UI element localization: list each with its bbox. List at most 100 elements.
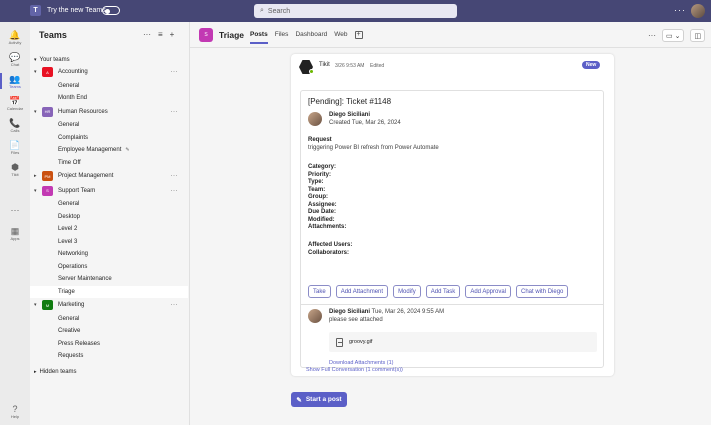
more-icon[interactable]: ··· [171,69,179,75]
add-approval-button[interactable]: Add Approval [465,285,512,298]
channel-name: Month End [58,95,88,101]
add-tab-icon[interactable]: + [354,31,363,39]
channel-general[interactable]: General [30,313,188,325]
post-author[interactable]: Tikit [319,62,330,68]
field-row: Team: [308,187,508,193]
rail-help[interactable]: ? Help [0,400,30,422]
field-row: Group: [308,194,508,200]
help-icon: ? [12,403,18,414]
info-panel-icon: ◫ [694,32,702,40]
video-icon: ▭ [666,32,673,40]
attachment-name: groovy.gif [349,339,373,345]
channel-creative[interactable]: Creative [30,325,188,337]
channel-name: Triage [58,288,75,295]
show-full-conversation-link[interactable]: Show Full Conversation (1 comment(s)) [306,367,403,373]
teams-logo-icon: T [30,5,41,16]
channel-team-badge: S [199,28,213,42]
download-attachments-link[interactable]: Download Attachments (1) [329,360,394,366]
compose-icon: ✎ [296,396,302,404]
rail-calls[interactable]: 📞 Calls [0,114,30,136]
channel-server-maintenance[interactable]: Server Maintenance [30,273,188,285]
add-team-icon[interactable]: + [170,30,175,39]
more-icon[interactable]: ··· [171,109,179,115]
tab-dashboard[interactable]: Dashboard [295,31,327,44]
hidden-teams-section[interactable]: ▸ Hidden teams [30,366,188,378]
team-human-resources[interactable]: ▾ HR Human Resources ··· [30,106,188,118]
chat-with-diego-button[interactable]: Chat with Diego [516,285,569,298]
channel-name: Complaints [58,134,89,141]
add-attachment-button[interactable]: Add Attachment [335,285,389,298]
search-input[interactable]: ⌕ Search [254,4,457,18]
channel-press-releases[interactable]: Press Releases [30,338,188,350]
field-row: Category: [308,164,508,170]
sidebar-title: Teams [39,30,67,40]
channel-complaints[interactable]: Complaints [30,132,188,144]
channel-desktop[interactable]: Desktop [30,211,188,223]
channel-general[interactable]: General [30,80,188,92]
rail-label: Help [10,413,20,419]
channel-level-3[interactable]: Level 3 [30,236,188,248]
channel-triage[interactable]: Triage [30,285,188,298]
tab-files[interactable]: Files [275,31,289,44]
channel-level-2[interactable]: Level 2 [30,223,188,235]
channel-info-button[interactable]: ◫ [690,29,706,42]
team-marketing[interactable]: ▾ M Marketing ··· [30,299,188,311]
channel-name: General [58,315,80,322]
field-row: Assignee: [308,202,508,208]
team-project-management[interactable]: ▸ PM Project Management ··· [30,170,188,182]
rail-tikit[interactable]: ⬢ Tikit [0,158,30,180]
more-icon[interactable]: ··· [171,302,179,308]
calendar-icon: 📅 [9,95,21,106]
rail-teams[interactable]: 👥 Teams [0,70,30,92]
channel-name: Requests [58,353,84,359]
take-button[interactable]: Take [308,285,331,298]
rail-label: Tikit [11,171,19,177]
more-icon[interactable]: ··· [648,31,656,40]
rail-files[interactable]: 📄 Files [0,136,30,158]
channel-name: Server Maintenance [58,276,112,282]
channel-general[interactable]: General [30,198,188,210]
channel-employee-management[interactable]: Employee Management ✎ [30,144,188,156]
attachment-item[interactable]: groovy.gif [329,332,597,352]
user-avatar[interactable] [691,4,705,18]
channel-requests[interactable]: Requests [30,350,188,362]
more-icon[interactable]: ··· [143,30,151,39]
filter-icon[interactable]: ≡ [158,30,163,39]
more-icon[interactable]: ··· [171,188,179,194]
try-new-teams-toggle[interactable] [102,6,120,15]
field-label: Affected Users: [308,242,353,248]
channel-time-off[interactable]: Time Off [30,157,188,169]
field-row: Priority: [308,172,508,178]
reply-author: Diego Siciliani [329,309,371,315]
field-label: Assignee: [308,201,337,208]
created-date: Created Tue, Mar 26, 2024 [329,120,401,126]
your-teams-section[interactable]: ▾ Your teams [30,54,188,66]
channel-operations[interactable]: Operations [30,261,188,273]
more-options-icon[interactable]: ··· [674,5,686,15]
field-row: Modified: [308,217,508,223]
rail-label: Calls [10,127,20,133]
tab-web[interactable]: Web [334,31,347,44]
start-post-button[interactable]: ✎ Start a post [291,392,347,407]
chevron-down-icon: ▾ [34,69,37,75]
edit-icon: ✎ [125,147,130,153]
rail-apps[interactable]: ▦ Apps [0,222,30,244]
channel-month-end[interactable]: Month End [30,92,188,104]
channel-networking[interactable]: Networking [30,248,188,260]
team-accounting[interactable]: ▾ A Accounting ··· [30,66,188,78]
tab-posts[interactable]: Posts [250,31,268,44]
channel-general[interactable]: General [30,119,188,131]
rail-calendar[interactable]: 📅 Calendar [0,92,30,114]
file-icon [336,337,343,347]
rail-more[interactable]: ··· [0,199,30,221]
modify-button[interactable]: Modify [393,285,421,298]
meet-button[interactable]: ▭ ⌄ [662,29,685,42]
more-icon[interactable]: ··· [171,173,179,179]
rail-activity[interactable]: 🔔 Activity [0,26,30,48]
rail-chat[interactable]: 💬 Chat [0,48,30,70]
try-new-teams-label: Try the new Teams [47,7,106,14]
field-label: Collaborators: [308,249,350,256]
team-support-team[interactable]: ▾ S Support Team ··· [30,185,188,197]
team-badge: M [42,300,53,310]
add-task-button[interactable]: Add Task [425,285,461,298]
